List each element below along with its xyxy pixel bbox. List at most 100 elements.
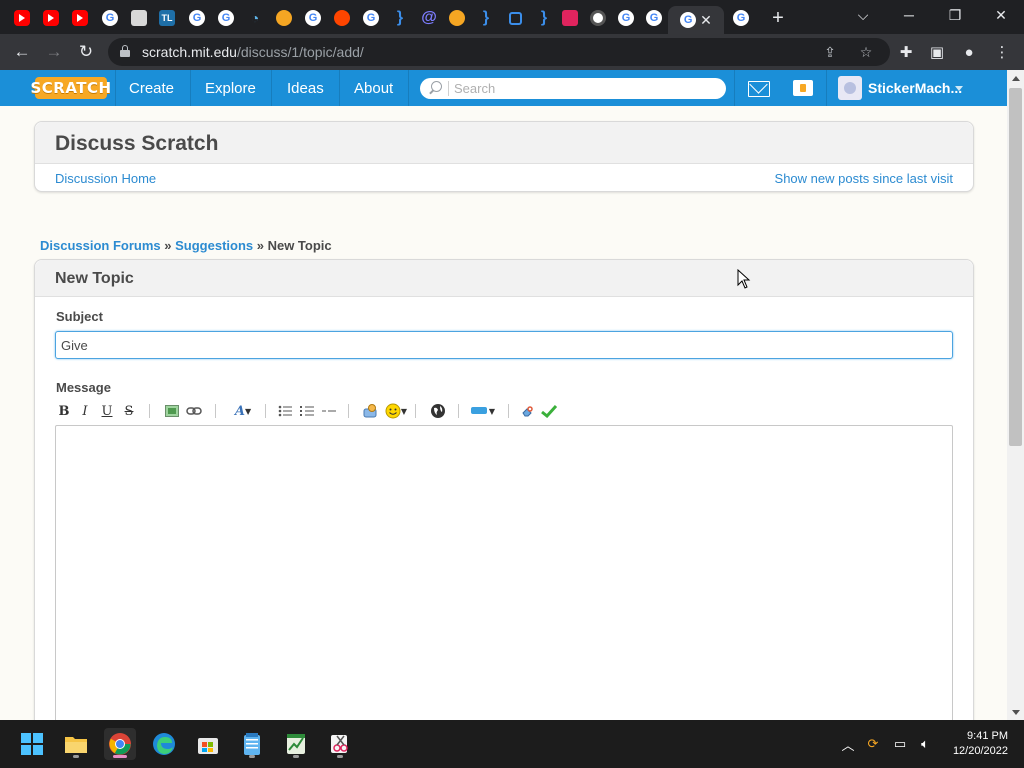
bold-button[interactable]: B xyxy=(55,402,73,420)
tab-active[interactable]: G ✕ xyxy=(668,6,724,34)
toolbar-separator xyxy=(415,404,416,418)
menu-kebab-icon[interactable]: ⋮ xyxy=(990,40,1014,64)
taskbar-edge[interactable] xyxy=(148,728,180,760)
window-close-icon[interactable]: ✕ xyxy=(978,0,1024,30)
sync-icon[interactable]: ⟳ xyxy=(863,734,883,754)
taskbar-spreadsheet[interactable] xyxy=(280,728,312,760)
tab-google[interactable]: G xyxy=(212,6,240,30)
link-button[interactable] xyxy=(185,402,203,420)
tab-google[interactable]: G xyxy=(640,6,668,30)
tab-search-chevron-icon[interactable]: ⌵ xyxy=(840,0,886,30)
network-icon[interactable]: ▭ xyxy=(890,734,910,754)
nav-divider xyxy=(190,70,191,106)
taskbar-file-explorer[interactable] xyxy=(60,728,92,760)
strikethrough-button[interactable]: S xyxy=(120,402,138,420)
share-icon[interactable]: ⇪ xyxy=(820,42,840,62)
tab-wifi[interactable]: ◔ xyxy=(241,6,269,30)
tab-google[interactable]: G xyxy=(612,6,640,30)
star-icon[interactable]: ☆ xyxy=(856,42,876,62)
tab-brace[interactable]: } xyxy=(386,6,414,30)
tab-square[interactable] xyxy=(501,6,529,30)
messages-envelope-icon[interactable] xyxy=(748,78,770,98)
link-icon xyxy=(186,407,202,415)
tray-chevron-up-icon[interactable]: ︿ xyxy=(838,734,858,754)
restore-icon[interactable]: ❐ xyxy=(932,0,978,30)
scroll-down-arrow-icon[interactable] xyxy=(1012,710,1020,715)
profile-icon[interactable]: ● xyxy=(957,40,981,64)
block-color-dropdown[interactable]: ▼ xyxy=(469,402,497,420)
page-title: Discuss Scratch xyxy=(55,132,219,155)
breadcrumb-suggestions-link[interactable]: Suggestions xyxy=(175,238,253,253)
taskbar-snipping-tool[interactable] xyxy=(324,728,356,760)
volume-icon[interactable]: 🔈︎ xyxy=(915,734,935,754)
tab-google[interactable]: G xyxy=(727,6,755,30)
tab-roblox[interactable] xyxy=(556,6,584,30)
nav-create[interactable]: Create xyxy=(129,70,174,106)
nav-ideas[interactable]: Ideas xyxy=(287,70,324,106)
tab-reddit[interactable] xyxy=(328,6,356,30)
bookmark-icon xyxy=(276,10,292,26)
tab-google[interactable]: G xyxy=(96,6,124,30)
reload-icon[interactable]: ↻ xyxy=(74,40,98,64)
discussion-home-link[interactable]: Discussion Home xyxy=(55,171,156,186)
language-globe-button[interactable] xyxy=(429,402,447,420)
image-button[interactable] xyxy=(163,402,181,420)
tab-chrome[interactable] xyxy=(584,6,612,30)
back-arrow-icon[interactable]: ← xyxy=(10,40,34,64)
tab-youtube[interactable] xyxy=(8,6,36,30)
numbered-list-button[interactable] xyxy=(298,402,316,420)
taskbar-clock[interactable]: 9:41 PM 12/20/2022 xyxy=(953,729,1008,759)
italic-button[interactable]: I xyxy=(76,402,94,420)
address-bar[interactable]: scratch.mit.edu/discuss/1/topic/add/ ⇪ ☆ xyxy=(108,38,890,66)
start-button[interactable] xyxy=(16,728,48,760)
close-icon[interactable]: ✕ xyxy=(700,12,712,29)
taskbar-store[interactable] xyxy=(192,728,224,760)
emoticon-dropdown[interactable]: ▼ xyxy=(383,402,409,420)
tab-google[interactable]: G xyxy=(299,6,327,30)
forward-arrow-icon[interactable]: → xyxy=(42,40,66,64)
tab-bookmark[interactable] xyxy=(443,6,471,30)
text-style-dropdown[interactable]: A ▼ xyxy=(229,402,257,420)
nav-about[interactable]: About xyxy=(354,70,393,106)
clear-format-button[interactable] xyxy=(518,402,536,420)
youtube-icon xyxy=(72,10,88,26)
scrollbar-thumb[interactable] xyxy=(1009,88,1022,446)
message-textarea[interactable] xyxy=(55,425,953,745)
underline-button[interactable]: U xyxy=(98,402,116,420)
tab-bookmark[interactable] xyxy=(270,6,298,30)
tab-monitor[interactable] xyxy=(125,6,153,30)
chevron-down-icon[interactable] xyxy=(955,86,963,91)
extensions-puzzle-icon[interactable]: ✚ xyxy=(894,40,918,64)
search-input[interactable] xyxy=(454,80,714,97)
side-panel-icon[interactable]: ▣ xyxy=(925,40,949,64)
tab-tl[interactable]: TL xyxy=(153,6,181,30)
tab-at[interactable]: @ xyxy=(415,6,443,30)
tab-google[interactable]: G xyxy=(183,6,211,30)
bullet-list-button[interactable] xyxy=(276,402,294,420)
page-scrollbar[interactable] xyxy=(1007,70,1024,720)
tab-brace[interactable]: } xyxy=(472,6,500,30)
taskbar-notepad[interactable] xyxy=(236,728,268,760)
minimize-icon[interactable]: ─ xyxy=(886,0,932,30)
list-item-button[interactable] xyxy=(320,402,338,420)
nav-divider xyxy=(408,70,409,106)
avatar[interactable] xyxy=(838,76,862,100)
tab-youtube[interactable] xyxy=(37,6,65,30)
username-menu[interactable]: StickerMach... xyxy=(868,70,962,106)
scratchblocks-button[interactable] xyxy=(361,402,379,420)
breadcrumb-forums-link[interactable]: Discussion Forums xyxy=(40,238,161,253)
subject-input[interactable] xyxy=(55,331,953,359)
show-new-posts-link[interactable]: Show new posts since last visit xyxy=(775,171,953,186)
tab-youtube[interactable] xyxy=(66,6,94,30)
scroll-up-arrow-icon[interactable] xyxy=(1012,76,1020,81)
tab-google[interactable]: G xyxy=(357,6,385,30)
google-icon: G xyxy=(646,10,662,26)
tab-brace[interactable]: } xyxy=(530,6,558,30)
taskbar-chrome[interactable] xyxy=(104,728,136,760)
preview-check-button[interactable] xyxy=(540,402,558,420)
my-stuff-folder-icon[interactable] xyxy=(792,78,814,98)
nav-explore[interactable]: Explore xyxy=(205,70,256,106)
breadcrumb: Discussion Forums » Suggestions » New To… xyxy=(40,238,332,253)
scratch-logo[interactable]: SCRATCH xyxy=(30,77,111,99)
new-tab-plus-icon[interactable]: + xyxy=(766,6,790,30)
